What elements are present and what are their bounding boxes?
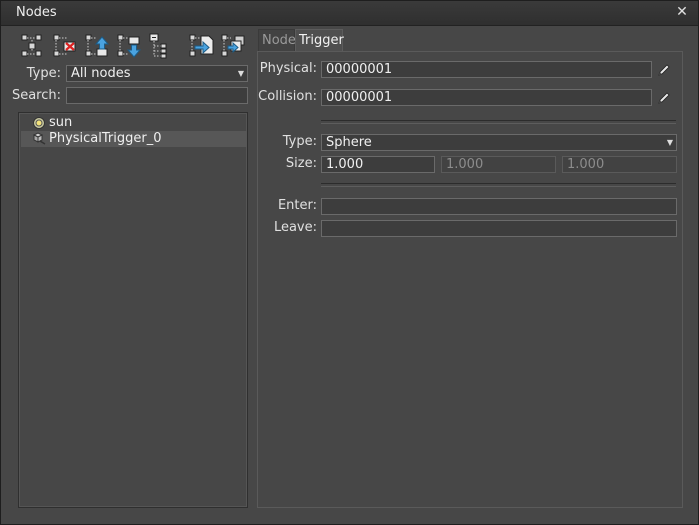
size-x-field[interactable]: 1.000 <box>321 156 435 173</box>
type-filter-label: Type: <box>26 66 61 81</box>
nodes-tree[interactable]: sun PhysicalTrigger_0 <box>18 112 248 508</box>
edit-collision-pencil-icon[interactable] <box>656 90 672 106</box>
tree-item-label: PhysicalTrigger_0 <box>49 131 162 146</box>
physical-mask-field[interactable]: 00000001 <box>321 61 652 78</box>
world-light-icon <box>32 116 46 130</box>
size-label: Size: <box>285 156 317 171</box>
trigger-tab-panel: Physical: 00000001 Collision: 00000001 T… <box>257 51 683 508</box>
expand-hierarchy-icon[interactable] <box>147 32 175 60</box>
leave-label: Leave: <box>273 220 317 235</box>
type-filter-combo[interactable]: All nodes ▼ <box>66 65 248 82</box>
delete-node-icon[interactable] <box>51 32 79 60</box>
import-node-icon[interactable] <box>187 32 215 60</box>
nodes-list-panel: Type: All nodes ▼ Search: sun PhysicalTr… <box>9 28 251 510</box>
edit-physical-pencil-icon[interactable] <box>656 62 672 78</box>
separator <box>321 183 676 187</box>
tab-node[interactable]: Node <box>258 29 296 51</box>
leave-callback-field[interactable] <box>321 220 677 237</box>
physical-label: Physical: <box>259 61 317 76</box>
group-nodes-icon[interactable] <box>19 32 47 60</box>
dropdown-arrow-icon: ▼ <box>237 69 244 78</box>
move-node-up-icon[interactable] <box>83 32 111 60</box>
enter-callback-field[interactable] <box>321 198 677 215</box>
shape-type-label: Type: <box>282 134 317 149</box>
size-z-field: 1.000 <box>562 156 677 173</box>
tab-trigger[interactable]: Trigger <box>295 29 344 51</box>
shape-type-value: Sphere <box>326 135 372 150</box>
collision-label: Collision: <box>258 89 317 104</box>
title-bar[interactable]: Nodes ✕ <box>1 1 698 26</box>
tree-item-label: sun <box>49 115 73 130</box>
nodes-toolbar <box>17 32 251 62</box>
nodes-window: Nodes ✕ Type: All nodes ▼ Search: sun Ph… <box>0 0 699 525</box>
type-filter-value: All nodes <box>71 66 131 81</box>
properties-panel: Node Trigger Physical: 00000001 Collisio… <box>257 29 683 508</box>
tree-item-physical-trigger[interactable]: PhysicalTrigger_0 <box>21 131 247 147</box>
physical-trigger-icon <box>32 132 46 146</box>
tree-item-sun[interactable]: sun <box>21 115 247 131</box>
size-y-field: 1.000 <box>441 156 556 173</box>
shape-type-combo[interactable]: Sphere ▼ <box>321 134 677 151</box>
search-input[interactable] <box>66 87 248 104</box>
close-icon[interactable]: ✕ <box>674 3 690 21</box>
panel-splitter[interactable] <box>251 28 255 510</box>
enter-label: Enter: <box>277 198 317 213</box>
search-label: Search: <box>11 88 61 103</box>
dropdown-arrow-icon: ▼ <box>666 138 673 147</box>
move-node-down-icon[interactable] <box>115 32 143 60</box>
window-title: Nodes <box>16 5 57 20</box>
collision-mask-field[interactable]: 00000001 <box>321 89 652 106</box>
separator <box>321 120 676 124</box>
clone-node-icon[interactable] <box>219 32 247 60</box>
